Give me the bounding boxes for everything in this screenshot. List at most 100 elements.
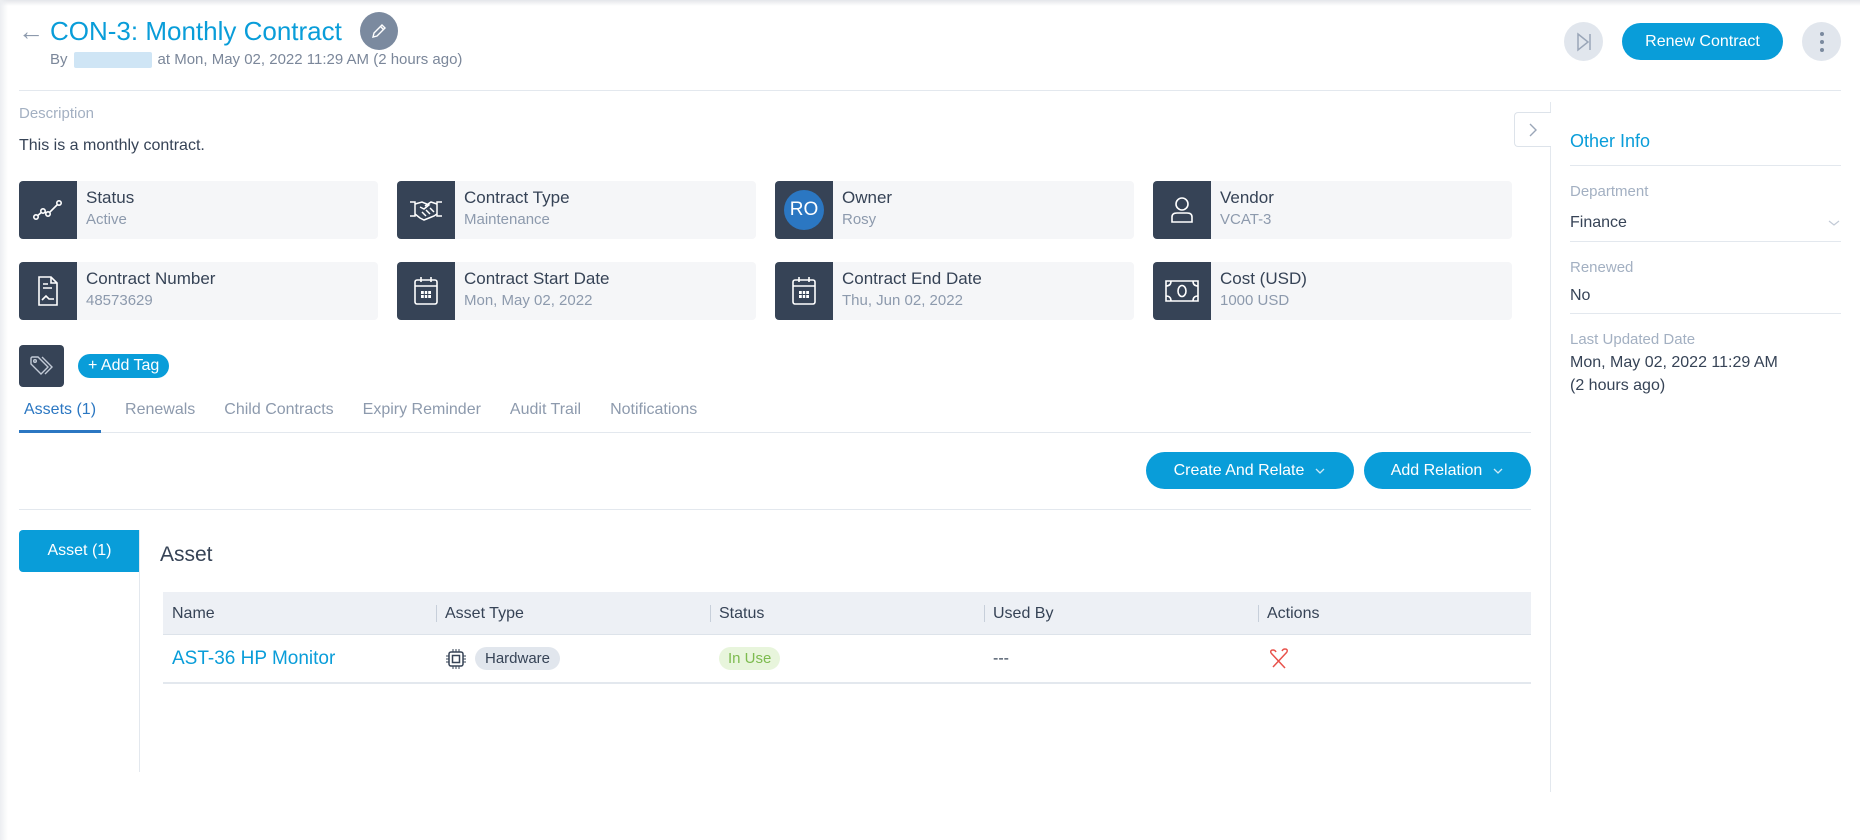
column-header-used-by: Used By [984,592,1258,635]
chevron-right-icon [1529,123,1537,136]
column-header-name: Name [172,604,215,622]
tab-child-contracts[interactable]: Child Contracts [219,396,338,433]
renewed-underline [1570,313,1841,314]
card-value: 1000 USD [1220,292,1290,309]
card-value: Maintenance [464,211,550,228]
card-value: Thu, Jun 02, 2022 [842,292,963,309]
card-value: Mon, May 02, 2022 [464,292,593,309]
top-shadow [0,0,1860,6]
card-icon-box [1153,262,1211,320]
card-label: Contract Number [86,269,216,288]
card-label: Status [86,188,135,207]
column-header-asset-type: Asset Type [436,592,710,635]
edit-title-button[interactable] [360,12,398,50]
header-divider [19,90,1841,91]
unlink-icon[interactable] [1267,647,1291,671]
status-badge: In Use [719,647,781,670]
card-label: Contract End Date [842,269,982,288]
asset-side-tab[interactable]: Asset (1) [19,530,140,572]
chip-icon [446,648,466,669]
other-info-title: Other Info [1570,131,1651,151]
card-label: Owner [842,188,893,207]
section-divider [19,509,1531,510]
card-contract-start-date: Contract Start Date Mon, May 02, 2022 [397,262,756,320]
add-relation-button[interactable]: Add Relation [1364,452,1531,489]
card-contract-number: Contract Number 48573629 [19,262,378,320]
created-at: at Mon, May 02, 2022 11:29 AM (2 hours a… [157,51,463,68]
user-icon [1171,197,1193,223]
left-shadow [0,0,8,840]
tab-notifications[interactable]: Notifications [605,396,702,433]
handshake-icon [410,201,442,221]
last-updated-label: Last Updated Date [1570,331,1696,348]
dot [1819,47,1824,52]
table-row: AST-36 HP Monitor Hardware In Use --- [163,635,1531,684]
card-contract-type: Contract Type Maintenance [397,181,756,239]
department-label: Department [1570,183,1649,200]
card-value: Active [86,211,127,228]
department-select[interactable]: Finance [1570,210,1841,236]
card-value: Rosy [842,211,877,228]
card-owner: RO Owner Rosy [775,181,1134,239]
owner-avatar: RO [784,190,824,230]
tags-icon [29,356,53,375]
pencil-icon [372,24,386,38]
create-and-relate-label: Create And Relate [1173,461,1305,479]
card-cost: Cost (USD) 1000 USD [1153,262,1512,320]
collapse-panel-button[interactable] [1514,112,1551,147]
tab-expiry-reminder[interactable]: Expiry Reminder [358,396,486,433]
department-value: Finance [1570,214,1627,231]
more-options-button[interactable] [1802,22,1841,61]
table-header: Name Asset Type Status Used By Actions [163,592,1531,635]
other-info-divider [1570,165,1841,166]
card-icon-box [19,181,77,239]
card-icon-box: RO [775,181,833,239]
calendar-icon [792,277,816,305]
tab-assets[interactable]: Assets (1) [19,396,102,433]
skip-forward-button[interactable] [1564,22,1603,61]
calendar-icon [414,277,438,305]
card-label: Contract Start Date [464,269,610,288]
column-header-actions: Actions [1258,592,1531,635]
tab-bar: Assets (1) Renewals Child Contracts Expi… [19,396,1531,433]
card-icon-box [397,262,455,320]
chevron-down-icon [1828,220,1840,226]
renewed-value: No [1570,287,1591,304]
dot [1819,31,1824,36]
last-updated-relative: (2 hours ago) [1570,377,1666,394]
trend-line-icon [32,199,62,220]
money-icon [1165,280,1199,302]
last-updated-value: Mon, May 02, 2022 11:29 AM [1570,354,1778,371]
side-tab-divider [139,530,140,772]
card-status: Status Active [19,181,378,239]
skip-forward-icon [1576,31,1591,52]
asset-name-link[interactable]: AST-36 HP Monitor [172,648,335,670]
card-label: Cost (USD) [1220,269,1307,288]
by-prefix: By [50,51,68,68]
description-text: This is a monthly contract. [19,137,205,154]
document-icon [38,276,58,306]
card-label: Contract Type [464,188,570,207]
tag-icon-box [19,345,64,387]
tab-renewals[interactable]: Renewals [120,396,200,433]
asset-heading: Asset [160,543,213,566]
card-icon-box [19,262,77,320]
chevron-down-icon [1493,468,1503,474]
renewed-label: Renewed [1570,259,1634,276]
create-and-relate-button[interactable]: Create And Relate [1146,452,1354,489]
department-underline [1570,241,1841,242]
card-vendor: Vendor VCAT-3 [1153,181,1512,239]
card-icon-box [775,262,833,320]
card-label: Vendor [1220,188,1274,207]
add-tag-button[interactable]: + Add Tag [78,354,170,378]
back-arrow-icon[interactable]: ← [18,16,44,46]
renew-contract-button[interactable]: Renew Contract [1622,23,1783,60]
byline: By at Mon, May 02, 2022 11:29 AM (2 hour… [50,50,462,70]
assets-table: Name Asset Type Status Used By Actions A… [163,592,1531,684]
card-value: VCAT-3 [1220,211,1272,228]
asset-type-chip: Hardware [475,647,561,670]
tab-audit-trail[interactable]: Audit Trail [505,396,586,433]
description-label: Description [19,105,95,122]
card-value: 48573629 [86,292,153,309]
dot [1819,39,1824,44]
